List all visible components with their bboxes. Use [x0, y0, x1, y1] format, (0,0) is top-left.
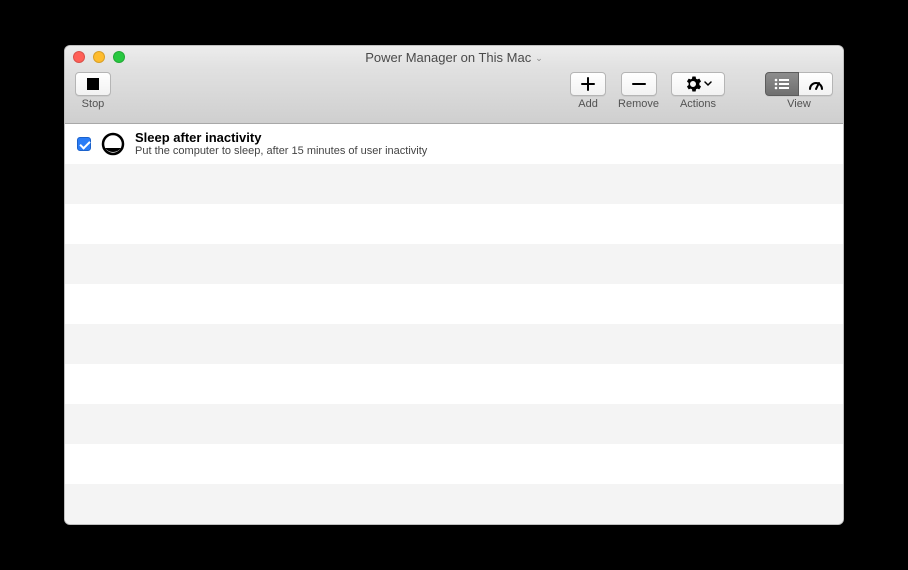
chevron-down-icon: ⌄	[535, 53, 543, 64]
plus-icon	[581, 77, 595, 91]
list-item[interactable]	[65, 404, 843, 444]
app-window: Power Manager on This Mac ⌄ Stop Add	[64, 45, 844, 525]
actions-button[interactable]	[671, 72, 725, 96]
window-title[interactable]: Power Manager on This Mac ⌄	[65, 50, 843, 65]
item-text: Sleep after inactivity Put the computer …	[135, 130, 427, 159]
gauge-icon	[808, 77, 824, 91]
list-icon	[774, 78, 790, 90]
list-item[interactable]	[65, 324, 843, 364]
schedule-list[interactable]: Sleep after inactivity Put the computer …	[65, 124, 843, 524]
list-item[interactable]	[65, 164, 843, 204]
list-item[interactable]	[65, 364, 843, 404]
toolbar-remove-group: Remove	[618, 72, 659, 110]
minimize-button[interactable]	[93, 51, 105, 63]
list-item[interactable]	[65, 484, 843, 524]
toolbar-add-group: Add	[570, 72, 606, 110]
list-item[interactable]	[65, 244, 843, 284]
toolbar-view-group: View	[765, 72, 833, 110]
list-item[interactable]: Sleep after inactivity Put the computer …	[65, 124, 843, 164]
sleep-icon	[101, 132, 125, 156]
title-bar[interactable]: Power Manager on This Mac ⌄	[65, 46, 843, 68]
stop-button[interactable]	[75, 72, 111, 96]
zoom-button[interactable]	[113, 51, 125, 63]
view-segmented-control	[765, 72, 833, 96]
chevron-down-icon	[704, 81, 712, 87]
item-enable-checkbox[interactable]	[77, 137, 91, 151]
list-item[interactable]	[65, 284, 843, 324]
item-description: Put the computer to sleep, after 15 minu…	[135, 145, 427, 158]
view-gauge-button[interactable]	[799, 72, 833, 96]
list-item[interactable]	[65, 204, 843, 244]
add-label: Add	[578, 98, 598, 110]
gear-icon	[685, 76, 701, 92]
remove-button[interactable]	[621, 72, 657, 96]
toolbar-actions-group: Actions	[671, 72, 725, 110]
view-label: View	[787, 98, 811, 110]
actions-label: Actions	[680, 98, 716, 110]
view-list-button[interactable]	[765, 72, 799, 96]
window-title-text: Power Manager on This Mac	[365, 50, 531, 65]
item-title: Sleep after inactivity	[135, 130, 427, 146]
stop-icon	[87, 78, 99, 90]
toolbar: Stop Add Remove	[65, 68, 843, 124]
toolbar-stop-group: Stop	[75, 72, 111, 110]
add-button[interactable]	[570, 72, 606, 96]
remove-label: Remove	[618, 98, 659, 110]
list-item[interactable]	[65, 444, 843, 484]
close-button[interactable]	[73, 51, 85, 63]
stop-label: Stop	[82, 98, 105, 110]
minus-icon	[632, 77, 646, 91]
traffic-lights	[73, 51, 125, 63]
